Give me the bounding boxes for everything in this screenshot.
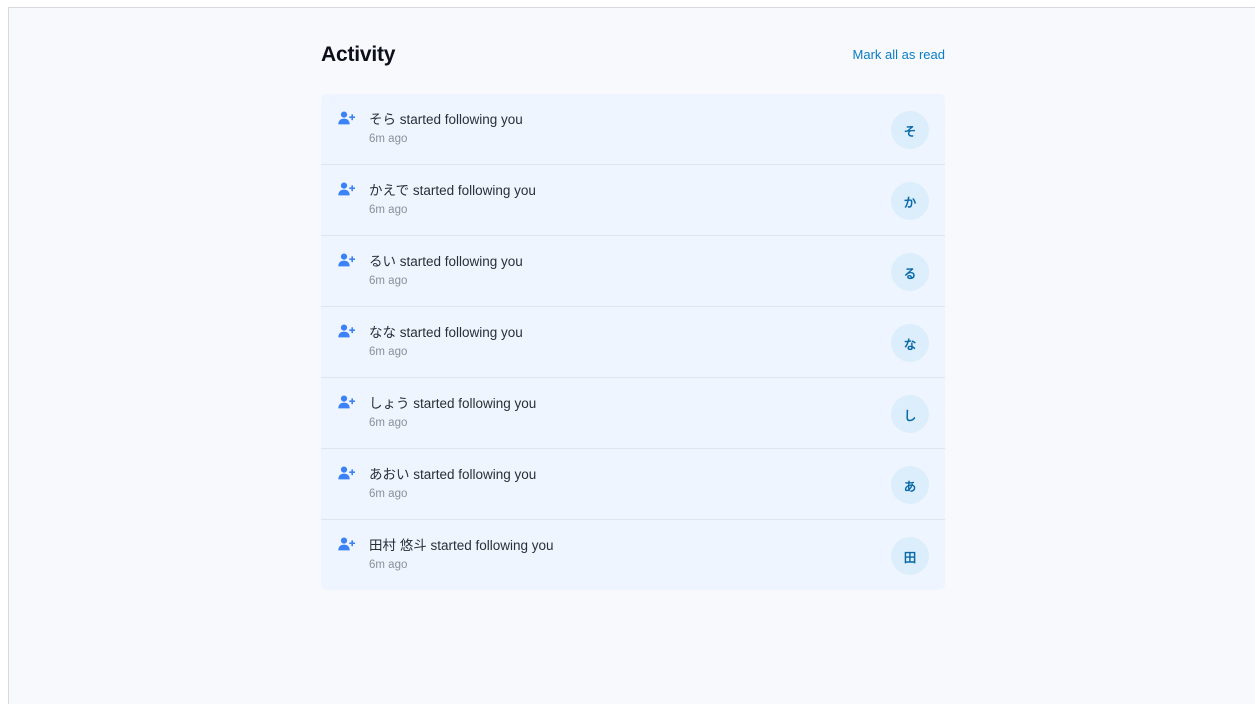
notification-title: あおい started following you — [369, 467, 537, 482]
avatar[interactable]: る — [891, 253, 929, 291]
notification-list: そら started following you 6m ago そ かえで st… — [321, 94, 945, 590]
list-item[interactable]: そら started following you 6m ago そ — [321, 94, 945, 164]
notification-title: しょう started following you — [369, 396, 537, 411]
notification-time: 6m ago — [369, 559, 408, 571]
notification-title: 田村 悠斗 started following you — [369, 538, 554, 553]
notification-time: 6m ago — [369, 417, 408, 429]
notification-text: るい started following you 6m ago — [369, 253, 523, 288]
user-plus-icon — [338, 537, 355, 551]
list-item[interactable]: なな started following you 6m ago な — [321, 306, 945, 377]
mark-all-as-read-button[interactable]: Mark all as read — [853, 47, 945, 63]
user-plus-icon — [338, 253, 355, 267]
notification-title: るい started following you — [369, 254, 523, 269]
notification-title: そら started following you — [369, 112, 523, 127]
notification-text: そら started following you 6m ago — [369, 111, 523, 146]
notification-time: 6m ago — [369, 133, 408, 145]
avatar[interactable]: あ — [891, 466, 929, 504]
notification-text: なな started following you 6m ago — [369, 324, 523, 359]
avatar[interactable]: 田 — [891, 537, 929, 575]
avatar[interactable]: な — [891, 324, 929, 362]
activity-panel: Activity Mark all as read そら started fol… — [321, 8, 945, 590]
notification-text: かえで started following you 6m ago — [369, 182, 536, 217]
user-plus-icon — [338, 324, 355, 338]
list-item[interactable]: るい started following you 6m ago る — [321, 235, 945, 306]
avatar[interactable]: し — [891, 395, 929, 433]
page-frame: Activity Mark all as read そら started fol… — [8, 7, 1255, 704]
user-plus-icon — [338, 395, 355, 409]
user-plus-icon — [338, 182, 355, 196]
notification-time: 6m ago — [369, 346, 408, 358]
list-item[interactable]: しょう started following you 6m ago し — [321, 377, 945, 448]
notification-text: しょう started following you 6m ago — [369, 395, 536, 430]
list-item[interactable]: かえで started following you 6m ago か — [321, 164, 945, 235]
list-item[interactable]: 田村 悠斗 started following you 6m ago 田 — [321, 519, 945, 590]
notification-time: 6m ago — [369, 275, 408, 287]
notification-time: 6m ago — [369, 204, 408, 216]
avatar[interactable]: そ — [891, 111, 929, 149]
notification-text: あおい started following you 6m ago — [369, 466, 536, 501]
notification-title: なな started following you — [369, 325, 523, 340]
notification-time: 6m ago — [369, 488, 408, 500]
user-plus-icon — [338, 111, 355, 125]
notification-title: かえで started following you — [369, 183, 536, 198]
activity-header: Activity Mark all as read — [321, 8, 945, 94]
notification-text: 田村 悠斗 started following you 6m ago — [369, 537, 554, 572]
avatar[interactable]: か — [891, 182, 929, 220]
user-plus-icon — [338, 466, 355, 480]
page-title: Activity — [321, 43, 396, 66]
list-item[interactable]: あおい started following you 6m ago あ — [321, 448, 945, 519]
